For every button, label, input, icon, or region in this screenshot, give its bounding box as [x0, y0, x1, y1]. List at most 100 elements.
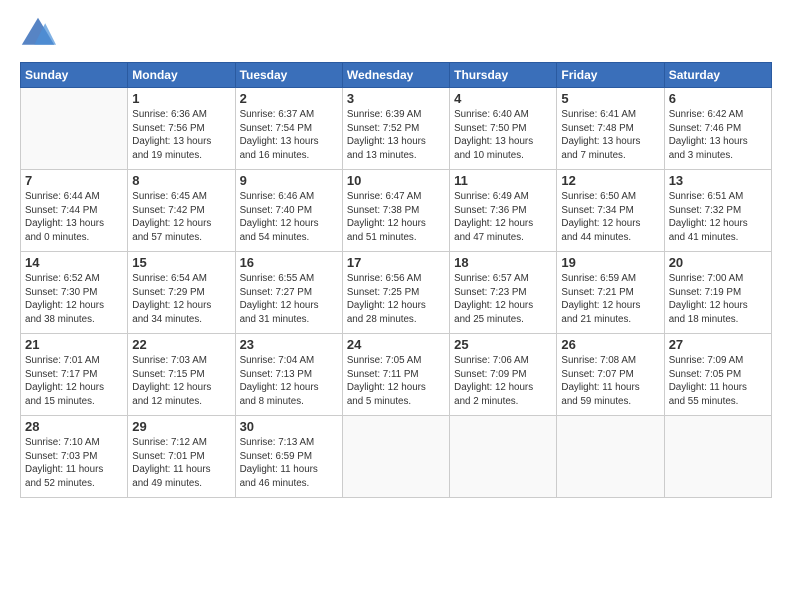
calendar-cell: 15Sunrise: 6:54 AMSunset: 7:29 PMDayligh… — [128, 252, 235, 334]
day-number: 17 — [347, 255, 445, 270]
calendar-cell — [450, 416, 557, 498]
calendar-cell: 24 Sunrise: 7:05 AMSunset: 7:11 PMDayligh… — [342, 334, 449, 416]
calendar-cell: 14 Sunrise: 6:52 AMSunset: 7:30 PMDayligh… — [21, 252, 128, 334]
weekday-header: Wednesday — [342, 63, 449, 88]
day-info: Sunrise: 7:03 AMSunset: 7:15 PMDaylight:… — [132, 354, 230, 409]
calendar-cell: 19 Sunrise: 6:59 AMSunset: 7:21 PMDayligh… — [557, 252, 664, 334]
calendar-cell — [342, 416, 449, 498]
day-info: Sunrise: 6:41 AMSunset: 7:48 PMDaylight:… — [561, 108, 659, 163]
day-info: Sunrise: 6:57 AMSunset: 7:23 PMDaylight:… — [454, 272, 552, 327]
day-number: 24 — [347, 337, 445, 352]
calendar-cell — [664, 416, 771, 498]
calendar-cell: 2 Sunrise: 6:37 AMSunset: 7:54 PMDaylight… — [235, 88, 342, 170]
weekday-header: Friday — [557, 63, 664, 88]
day-info: Sunrise: 6:44 AMSunset: 7:44 PMDaylight:… — [25, 190, 123, 245]
day-number: 19 — [561, 255, 659, 270]
calendar-cell: 4 Sunrise: 6:40 AMSunset: 7:50 PMDaylight… — [450, 88, 557, 170]
day-number: 13 — [669, 173, 767, 188]
calendar-cell: 1 Sunrise: 6:36 AMSunset: 7:56 PMDaylight… — [128, 88, 235, 170]
day-number: 23 — [240, 337, 338, 352]
weekday-header: Sunday — [21, 63, 128, 88]
logo-icon — [20, 16, 56, 52]
day-info: Sunrise: 6:54 AMSunset: 7:29 PMDaylight:… — [132, 272, 230, 327]
day-info: Sunrise: 6:37 AMSunset: 7:54 PMDaylight:… — [240, 108, 338, 163]
day-info: Sunrise: 7:10 AMSunset: 7:03 PMDaylight:… — [25, 436, 123, 491]
calendar-cell: 23 Sunrise: 7:04 AMSunset: 7:13 PMDayligh… — [235, 334, 342, 416]
day-number: 28 — [25, 419, 123, 434]
calendar-cell: 27Sunrise: 7:09 AMSunset: 7:05 PMDayligh… — [664, 334, 771, 416]
day-number: 29 — [132, 419, 230, 434]
day-number: 11 — [454, 173, 552, 188]
calendar: SundayMondayTuesdayWednesdayThursdayFrid… — [20, 62, 772, 498]
calendar-cell: 22 Sunrise: 7:03 AMSunset: 7:15 PMDayligh… — [128, 334, 235, 416]
day-info: Sunrise: 6:45 AMSunset: 7:42 PMDaylight:… — [132, 190, 230, 245]
day-number: 12 — [561, 173, 659, 188]
day-info: Sunrise: 7:06 AMSunset: 7:09 PMDaylight:… — [454, 354, 552, 409]
day-number: 1 — [132, 91, 230, 106]
calendar-cell: 16 Sunrise: 6:55 AMSunset: 7:27 PMDayligh… — [235, 252, 342, 334]
calendar-cell: 18 Sunrise: 6:57 AMSunset: 7:23 PMDayligh… — [450, 252, 557, 334]
calendar-cell: 7 Sunrise: 6:44 AMSunset: 7:44 PMDaylight… — [21, 170, 128, 252]
day-number: 3 — [347, 91, 445, 106]
day-info: Sunrise: 7:13 AMSunset: 6:59 PMDaylight:… — [240, 436, 338, 491]
calendar-cell — [557, 416, 664, 498]
header — [20, 16, 772, 52]
day-info: Sunrise: 6:55 AMSunset: 7:27 PMDaylight:… — [240, 272, 338, 327]
page: SundayMondayTuesdayWednesdayThursdayFrid… — [0, 0, 792, 612]
day-info: Sunrise: 7:05 AMSunset: 7:11 PMDaylight:… — [347, 354, 445, 409]
weekday-header: Thursday — [450, 63, 557, 88]
calendar-cell: 20 Sunrise: 7:00 AMSunset: 7:19 PMDayligh… — [664, 252, 771, 334]
day-number: 8 — [132, 173, 230, 188]
day-info: Sunrise: 6:46 AMSunset: 7:40 PMDaylight:… — [240, 190, 338, 245]
day-number: 18 — [454, 255, 552, 270]
day-number: 2 — [240, 91, 338, 106]
day-number: 6 — [669, 91, 767, 106]
day-number: 9 — [240, 173, 338, 188]
day-info: Sunrise: 6:49 AMSunset: 7:36 PMDaylight:… — [454, 190, 552, 245]
day-info: Sunrise: 6:52 AMSunset: 7:30 PMDaylight:… — [25, 272, 123, 327]
day-number: 7 — [25, 173, 123, 188]
day-number: 20 — [669, 255, 767, 270]
day-info: Sunrise: 7:01 AMSunset: 7:17 PMDaylight:… — [25, 354, 123, 409]
day-info: Sunrise: 7:12 AMSunset: 7:01 PMDaylight:… — [132, 436, 230, 491]
calendar-cell: 25Sunrise: 7:06 AMSunset: 7:09 PMDayligh… — [450, 334, 557, 416]
calendar-cell: 6Sunrise: 6:42 AMSunset: 7:46 PMDaylight… — [664, 88, 771, 170]
calendar-header-row: SundayMondayTuesdayWednesdayThursdayFrid… — [21, 63, 772, 88]
day-info: Sunrise: 7:09 AMSunset: 7:05 PMDaylight:… — [669, 354, 767, 409]
weekday-header: Tuesday — [235, 63, 342, 88]
day-number: 22 — [132, 337, 230, 352]
calendar-cell: 26 Sunrise: 7:08 AMSunset: 7:07 PMDayligh… — [557, 334, 664, 416]
day-number: 10 — [347, 173, 445, 188]
logo — [20, 16, 60, 52]
calendar-cell: 29 Sunrise: 7:12 AMSunset: 7:01 PMDayligh… — [128, 416, 235, 498]
day-info: Sunrise: 6:36 AMSunset: 7:56 PMDaylight:… — [132, 108, 230, 163]
day-number: 14 — [25, 255, 123, 270]
day-number: 21 — [25, 337, 123, 352]
weekday-header: Saturday — [664, 63, 771, 88]
day-number: 30 — [240, 419, 338, 434]
day-info: Sunrise: 7:08 AMSunset: 7:07 PMDaylight:… — [561, 354, 659, 409]
calendar-cell: 11 Sunrise: 6:49 AMSunset: 7:36 PMDayligh… — [450, 170, 557, 252]
calendar-cell: 17 Sunrise: 6:56 AMSunset: 7:25 PMDayligh… — [342, 252, 449, 334]
calendar-cell — [21, 88, 128, 170]
calendar-cell: 28 Sunrise: 7:10 AMSunset: 7:03 PMDayligh… — [21, 416, 128, 498]
day-info: Sunrise: 7:04 AMSunset: 7:13 PMDaylight:… — [240, 354, 338, 409]
calendar-cell: 12Sunrise: 6:50 AMSunset: 7:34 PMDayligh… — [557, 170, 664, 252]
calendar-cell: 9 Sunrise: 6:46 AMSunset: 7:40 PMDaylight… — [235, 170, 342, 252]
day-number: 26 — [561, 337, 659, 352]
day-info: Sunrise: 6:59 AMSunset: 7:21 PMDaylight:… — [561, 272, 659, 327]
day-info: Sunrise: 7:00 AMSunset: 7:19 PMDaylight:… — [669, 272, 767, 327]
day-number: 4 — [454, 91, 552, 106]
weekday-header: Monday — [128, 63, 235, 88]
day-info: Sunrise: 6:40 AMSunset: 7:50 PMDaylight:… — [454, 108, 552, 163]
day-info: Sunrise: 6:56 AMSunset: 7:25 PMDaylight:… — [347, 272, 445, 327]
calendar-cell: 5Sunrise: 6:41 AMSunset: 7:48 PMDaylight… — [557, 88, 664, 170]
calendar-cell: 3 Sunrise: 6:39 AMSunset: 7:52 PMDaylight… — [342, 88, 449, 170]
day-info: Sunrise: 6:51 AMSunset: 7:32 PMDaylight:… — [669, 190, 767, 245]
day-info: Sunrise: 6:47 AMSunset: 7:38 PMDaylight:… — [347, 190, 445, 245]
day-number: 16 — [240, 255, 338, 270]
calendar-cell: 13 Sunrise: 6:51 AMSunset: 7:32 PMDayligh… — [664, 170, 771, 252]
calendar-cell: 21 Sunrise: 7:01 AMSunset: 7:17 PMDayligh… — [21, 334, 128, 416]
day-info: Sunrise: 6:39 AMSunset: 7:52 PMDaylight:… — [347, 108, 445, 163]
calendar-cell: 10 Sunrise: 6:47 AMSunset: 7:38 PMDayligh… — [342, 170, 449, 252]
